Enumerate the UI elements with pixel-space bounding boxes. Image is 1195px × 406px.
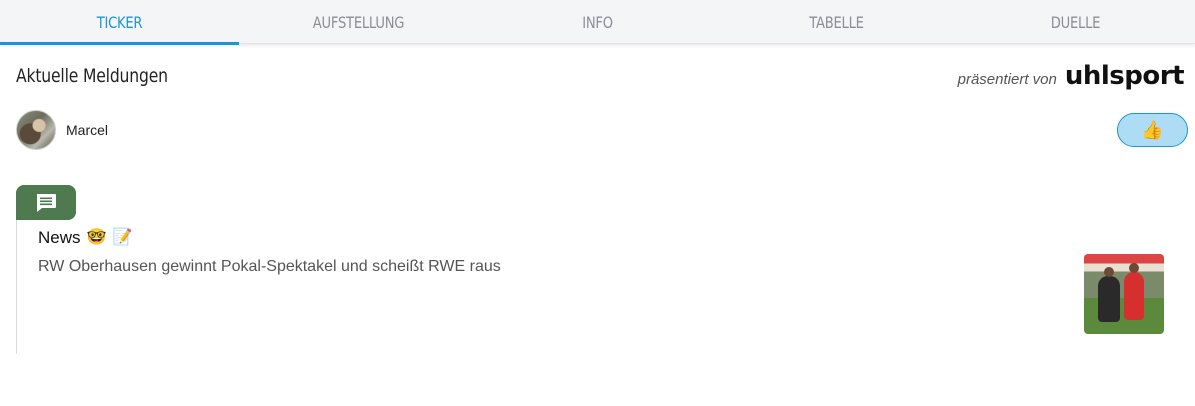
- author: Marcel: [16, 110, 108, 150]
- avatar: [16, 110, 56, 150]
- player-shape: [1104, 267, 1114, 277]
- tab-aufstellung[interactable]: AUFSTELLUNG: [239, 0, 478, 44]
- like-button[interactable]: 👍: [1117, 113, 1188, 147]
- tab-duelle[interactable]: DUELLE: [956, 0, 1195, 44]
- tab-ticker-label: TICKER: [96, 12, 143, 32]
- tab-info[interactable]: INFO: [478, 0, 717, 44]
- author-name: Marcel: [66, 122, 109, 138]
- nerd-face-icon: 🤓: [86, 229, 107, 246]
- sponsor-prefix: präsentiert von: [957, 71, 1057, 88]
- tab-ticker[interactable]: TICKER: [0, 0, 239, 45]
- comment-icon: [36, 193, 56, 212]
- tab-tabelle[interactable]: TABELLE: [717, 0, 956, 44]
- thumbs-up-icon: 👍: [1141, 119, 1164, 140]
- section-header: Aktuelle Meldungen präsentiert von uhlsp…: [16, 61, 1185, 91]
- memo-icon: 📝: [112, 229, 133, 246]
- entry-category: News: [38, 228, 81, 247]
- entry-heading: News 🤓 📝: [38, 227, 132, 249]
- tab-info-label: INFO: [582, 12, 613, 32]
- section-title: Aktuelle Meldungen: [16, 65, 168, 87]
- entry-timeline-line: [16, 220, 17, 354]
- sponsor-logo[interactable]: uhlsport: [1065, 61, 1185, 91]
- comment-icon-tab: [16, 185, 76, 220]
- tab-duelle-label: DUELLE: [1050, 12, 1101, 32]
- tab-aufstellung-label: AUFSTELLUNG: [312, 12, 405, 32]
- player-shape: [1098, 276, 1120, 322]
- author-row: Marcel 👍: [16, 110, 1188, 150]
- sponsor-credit[interactable]: präsentiert von uhlsport: [957, 61, 1185, 91]
- player-shape: [1124, 272, 1144, 320]
- tab-bar: TICKER AUFSTELLUNG INFO TABELLE DUELLE: [0, 0, 1195, 45]
- entry-image[interactable]: [1084, 254, 1164, 334]
- entry-text[interactable]: RW Oberhausen gewinnt Pokal-Spektakel un…: [38, 258, 501, 276]
- tab-tabelle-label: TABELLE: [809, 12, 864, 32]
- player-shape: [1129, 263, 1139, 273]
